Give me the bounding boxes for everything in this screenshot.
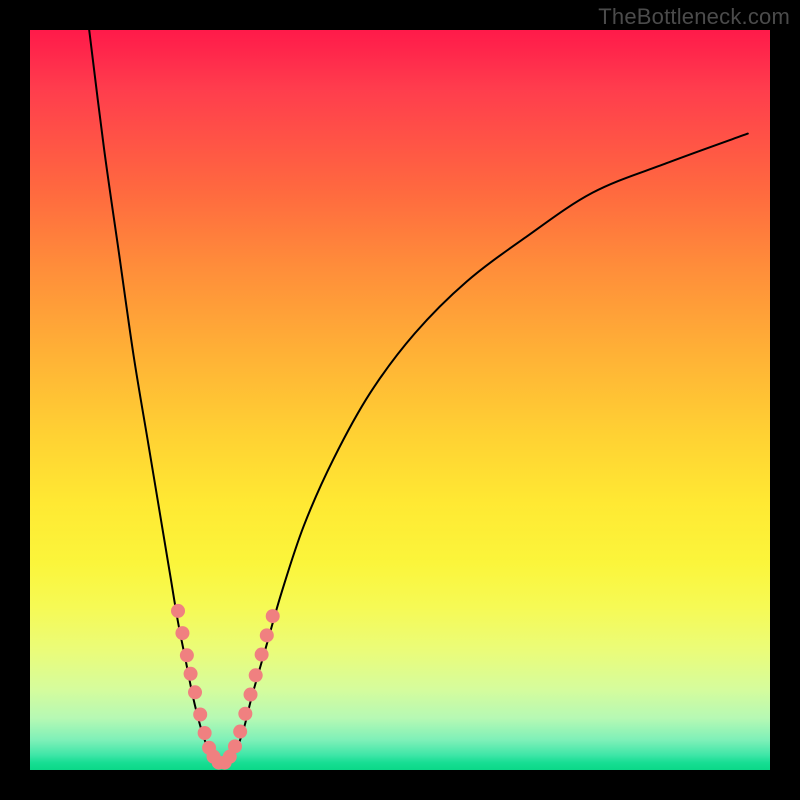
chart-svg <box>30 30 770 770</box>
bead <box>198 726 212 740</box>
bead <box>228 739 242 753</box>
curve-right <box>230 134 748 763</box>
outer-frame: TheBottleneck.com <box>0 0 800 800</box>
bead <box>233 725 247 739</box>
bead <box>171 604 185 618</box>
bead <box>180 648 194 662</box>
bead <box>249 668 263 682</box>
bead-markers <box>171 604 280 770</box>
bead <box>188 685 202 699</box>
bead <box>266 609 280 623</box>
plot-area <box>30 30 770 770</box>
bead <box>193 708 207 722</box>
watermark-text: TheBottleneck.com <box>598 4 790 30</box>
bead <box>255 648 269 662</box>
bead <box>244 688 258 702</box>
bead <box>175 626 189 640</box>
bead <box>260 628 274 642</box>
curve-left <box>89 30 215 763</box>
bead <box>184 667 198 681</box>
bead <box>238 707 252 721</box>
